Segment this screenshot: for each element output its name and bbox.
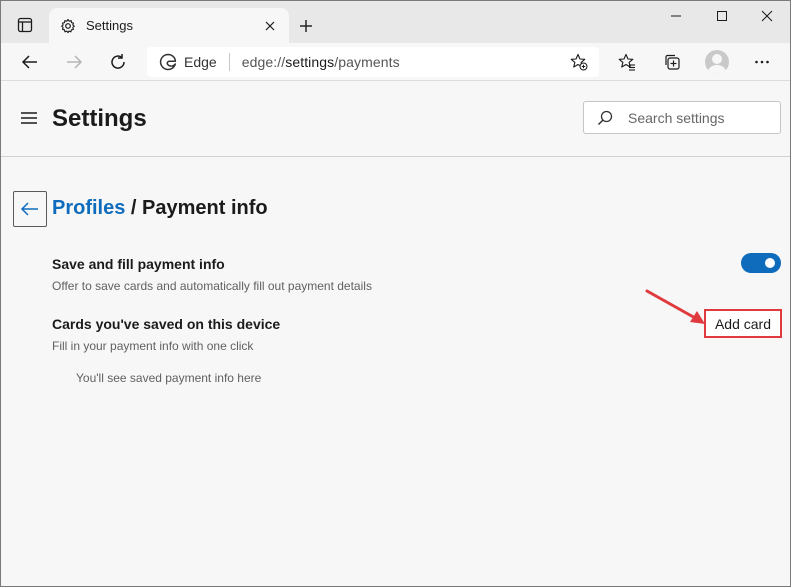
- tab-actions-icon[interactable]: [10, 11, 40, 39]
- back-arrow-icon[interactable]: [14, 46, 46, 78]
- address-divider: [228, 53, 230, 71]
- gear-icon: [59, 17, 77, 35]
- tab-settings[interactable]: Settings: [49, 8, 289, 43]
- refresh-icon[interactable]: [102, 46, 134, 78]
- url-path: /payments: [334, 54, 400, 70]
- breadcrumb-current: Payment info: [142, 197, 268, 219]
- tab-strip: Settings: [1, 1, 790, 43]
- save-fill-description: Offer to save cards and automatically fi…: [52, 279, 372, 293]
- saved-cards-description: Fill in your payment info with one click: [52, 339, 254, 353]
- breadcrumb-separator: /: [125, 197, 143, 219]
- settings-header: Settings: [1, 81, 790, 157]
- forward-arrow-icon[interactable]: [58, 46, 90, 78]
- add-favorite-icon[interactable]: [569, 52, 589, 72]
- minimize-icon[interactable]: [653, 1, 699, 31]
- edge-logo-icon: [159, 53, 177, 71]
- add-card-button[interactable]: Add card: [704, 309, 782, 338]
- tab-title: Settings: [86, 18, 133, 33]
- back-button[interactable]: [13, 191, 47, 227]
- more-options-icon[interactable]: [746, 46, 778, 78]
- search-box[interactable]: [583, 101, 781, 134]
- save-fill-toggle[interactable]: [741, 253, 781, 273]
- url-prefix: edge://: [241, 54, 286, 70]
- maximize-icon[interactable]: [699, 1, 745, 31]
- close-window-icon[interactable]: [744, 1, 790, 31]
- page-title: Settings: [52, 105, 147, 132]
- toggle-knob: [765, 258, 775, 268]
- new-tab-icon[interactable]: [293, 13, 319, 39]
- breadcrumb: Profiles / Payment info: [52, 197, 268, 220]
- save-fill-title: Save and fill payment info: [52, 256, 225, 272]
- close-tab-icon[interactable]: [261, 17, 279, 35]
- empty-cards-message: You'll see saved payment info here: [76, 371, 262, 385]
- search-input[interactable]: [628, 109, 768, 126]
- address-bar[interactable]: Edge edge://settings/payments: [147, 47, 599, 77]
- favorites-icon[interactable]: [611, 46, 643, 78]
- search-icon: [597, 110, 613, 126]
- collections-icon[interactable]: [656, 46, 688, 78]
- annotation-arrow: [645, 289, 705, 324]
- breadcrumb-profiles-link[interactable]: Profiles: [52, 197, 125, 219]
- site-label: Edge: [184, 54, 217, 70]
- url-text: edge://settings/payments: [242, 54, 400, 70]
- browser-toolbar: Edge edge://settings/payments: [1, 43, 790, 81]
- url-host: settings: [285, 54, 335, 70]
- profile-avatar[interactable]: [705, 50, 729, 74]
- saved-cards-title: Cards you've saved on this device: [52, 316, 281, 332]
- menu-icon[interactable]: [20, 110, 38, 126]
- browser-window: Settings Edge edge://settings/payments S…: [0, 0, 791, 587]
